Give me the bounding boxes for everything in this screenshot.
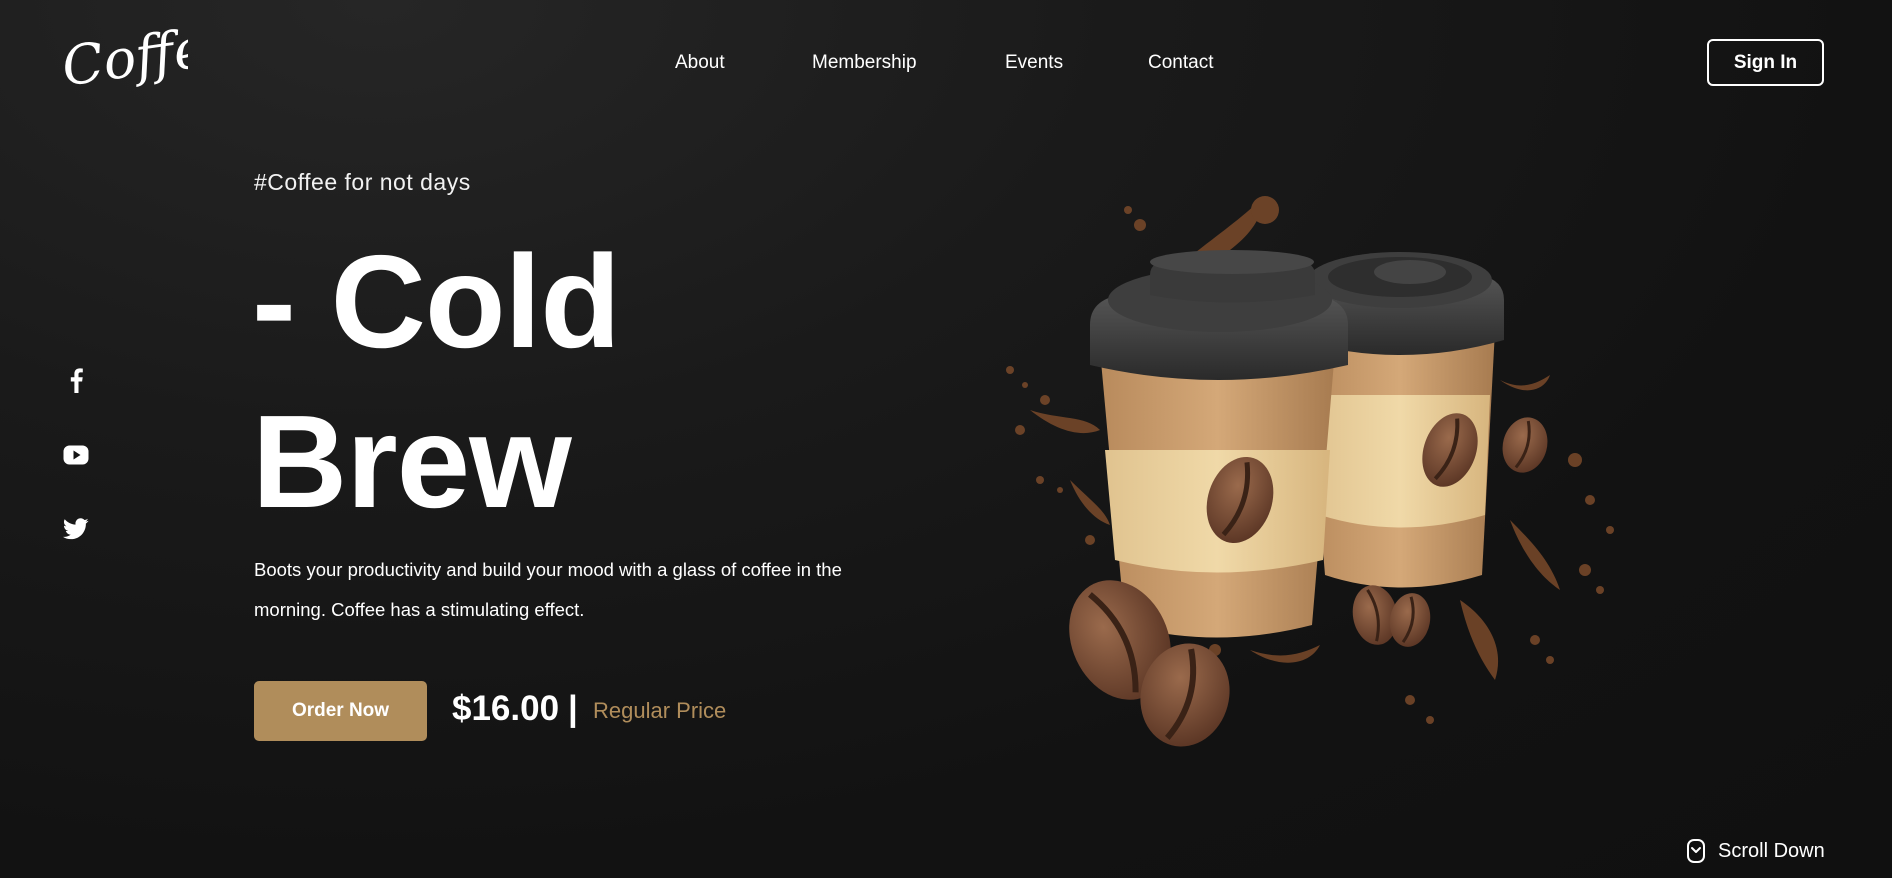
nav-contact[interactable]: Contact: [1148, 52, 1213, 74]
nav-events[interactable]: Events: [1005, 52, 1063, 74]
nav-about[interactable]: About: [675, 52, 725, 74]
hero-headline: - Cold Brew: [252, 222, 621, 542]
twitter-icon[interactable]: [62, 515, 90, 543]
youtube-icon[interactable]: [62, 441, 90, 469]
scroll-down-label: Scroll Down: [1718, 839, 1825, 862]
headline-line-2: Brew: [252, 388, 572, 535]
coffee-cups-illustration: [990, 180, 1630, 760]
order-now-button[interactable]: Order Now: [254, 681, 427, 741]
scroll-down-link[interactable]: Scroll Down: [1686, 839, 1825, 863]
mouse-scroll-icon: [1687, 839, 1705, 863]
regular-price-label: Regular Price: [593, 698, 727, 723]
main-nav: About Membership Events Contact: [0, 52, 1892, 76]
price-value: $16.00: [452, 689, 560, 728]
price-separator: |: [568, 689, 578, 728]
sign-in-button[interactable]: Sign In: [1707, 39, 1824, 86]
facebook-icon[interactable]: [62, 366, 90, 394]
headline-line-1: - Cold: [252, 228, 621, 375]
nav-membership[interactable]: Membership: [812, 52, 917, 74]
hero-tagline: #Coffee for not days: [254, 169, 471, 195]
hero-description: Boots your productivity and build your m…: [254, 559, 842, 620]
coffee-cup-front: [1090, 250, 1348, 638]
